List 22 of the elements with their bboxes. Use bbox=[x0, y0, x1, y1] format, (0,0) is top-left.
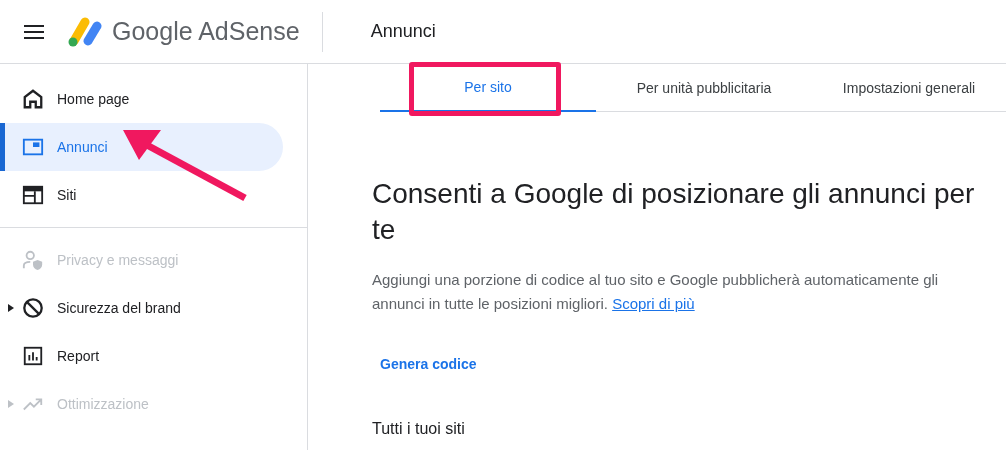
tab[interactable]: Impostazioni generali bbox=[812, 64, 1006, 112]
learn-more-link[interactable]: Scopri di più bbox=[612, 295, 695, 312]
sidebar-item[interactable]: Siti bbox=[0, 171, 283, 219]
sidebar-item[interactable]: Home page bbox=[0, 75, 283, 123]
generate-code-button[interactable]: Genera codice bbox=[372, 346, 485, 383]
sidebar-item[interactable]: Sicurezza del brand bbox=[0, 284, 283, 332]
logo-text: Google AdSense bbox=[112, 15, 300, 47]
logo-icon bbox=[68, 16, 102, 47]
layout-icon bbox=[22, 184, 44, 206]
home-icon bbox=[22, 88, 44, 110]
tab[interactable]: Per sito bbox=[380, 64, 596, 112]
section-title: Tutti i tuoi siti bbox=[372, 419, 466, 439]
sidebar-item[interactable]: Annunci bbox=[0, 123, 283, 171]
block-icon bbox=[22, 297, 44, 319]
heading: Consenti a Google di posizionare gli annunci per te bbox=[372, 177, 976, 247]
tab[interactable]: Per unità pubblicitaria bbox=[596, 64, 812, 112]
person-shield-icon bbox=[22, 249, 44, 271]
sidebar-item[interactable]: Report bbox=[0, 332, 283, 380]
description: Aggiungi una porzione di codice al tuo sito e Google pubblicherà automaticamente gli annunci in tutte le posizioni migliori. Scopri di più bbox=[372, 270, 940, 314]
page-title: Annunci bbox=[370, 20, 436, 43]
window-icon bbox=[22, 136, 44, 158]
bar-chart-icon bbox=[22, 345, 44, 367]
